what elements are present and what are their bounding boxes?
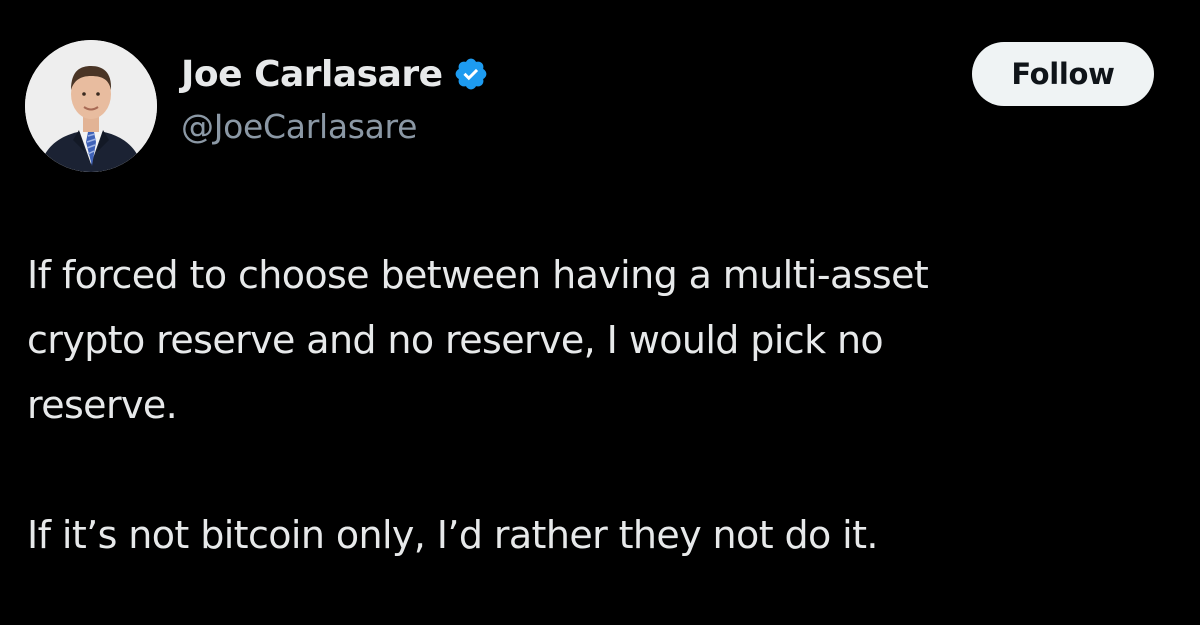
author-name-row[interactable]: Joe Carlasare <box>181 50 489 98</box>
tweet-text: If forced to choose between having a mul… <box>27 243 1177 568</box>
follow-button[interactable]: Follow <box>972 42 1154 106</box>
tweet-paragraph: If it’s not bitcoin only, I’d rather the… <box>27 513 878 557</box>
avatar[interactable] <box>25 40 157 172</box>
author-display-name[interactable]: Joe Carlasare <box>181 54 443 95</box>
verified-badge-icon <box>453 56 489 92</box>
tweet-card: Joe Carlasare @JoeCarlasare Follow If fo… <box>0 0 1200 625</box>
avatar-photo <box>25 40 157 172</box>
tweet-paragraph: If forced to choose between having a mul… <box>27 253 929 427</box>
author-handle[interactable]: @JoeCarlasare <box>181 107 417 146</box>
